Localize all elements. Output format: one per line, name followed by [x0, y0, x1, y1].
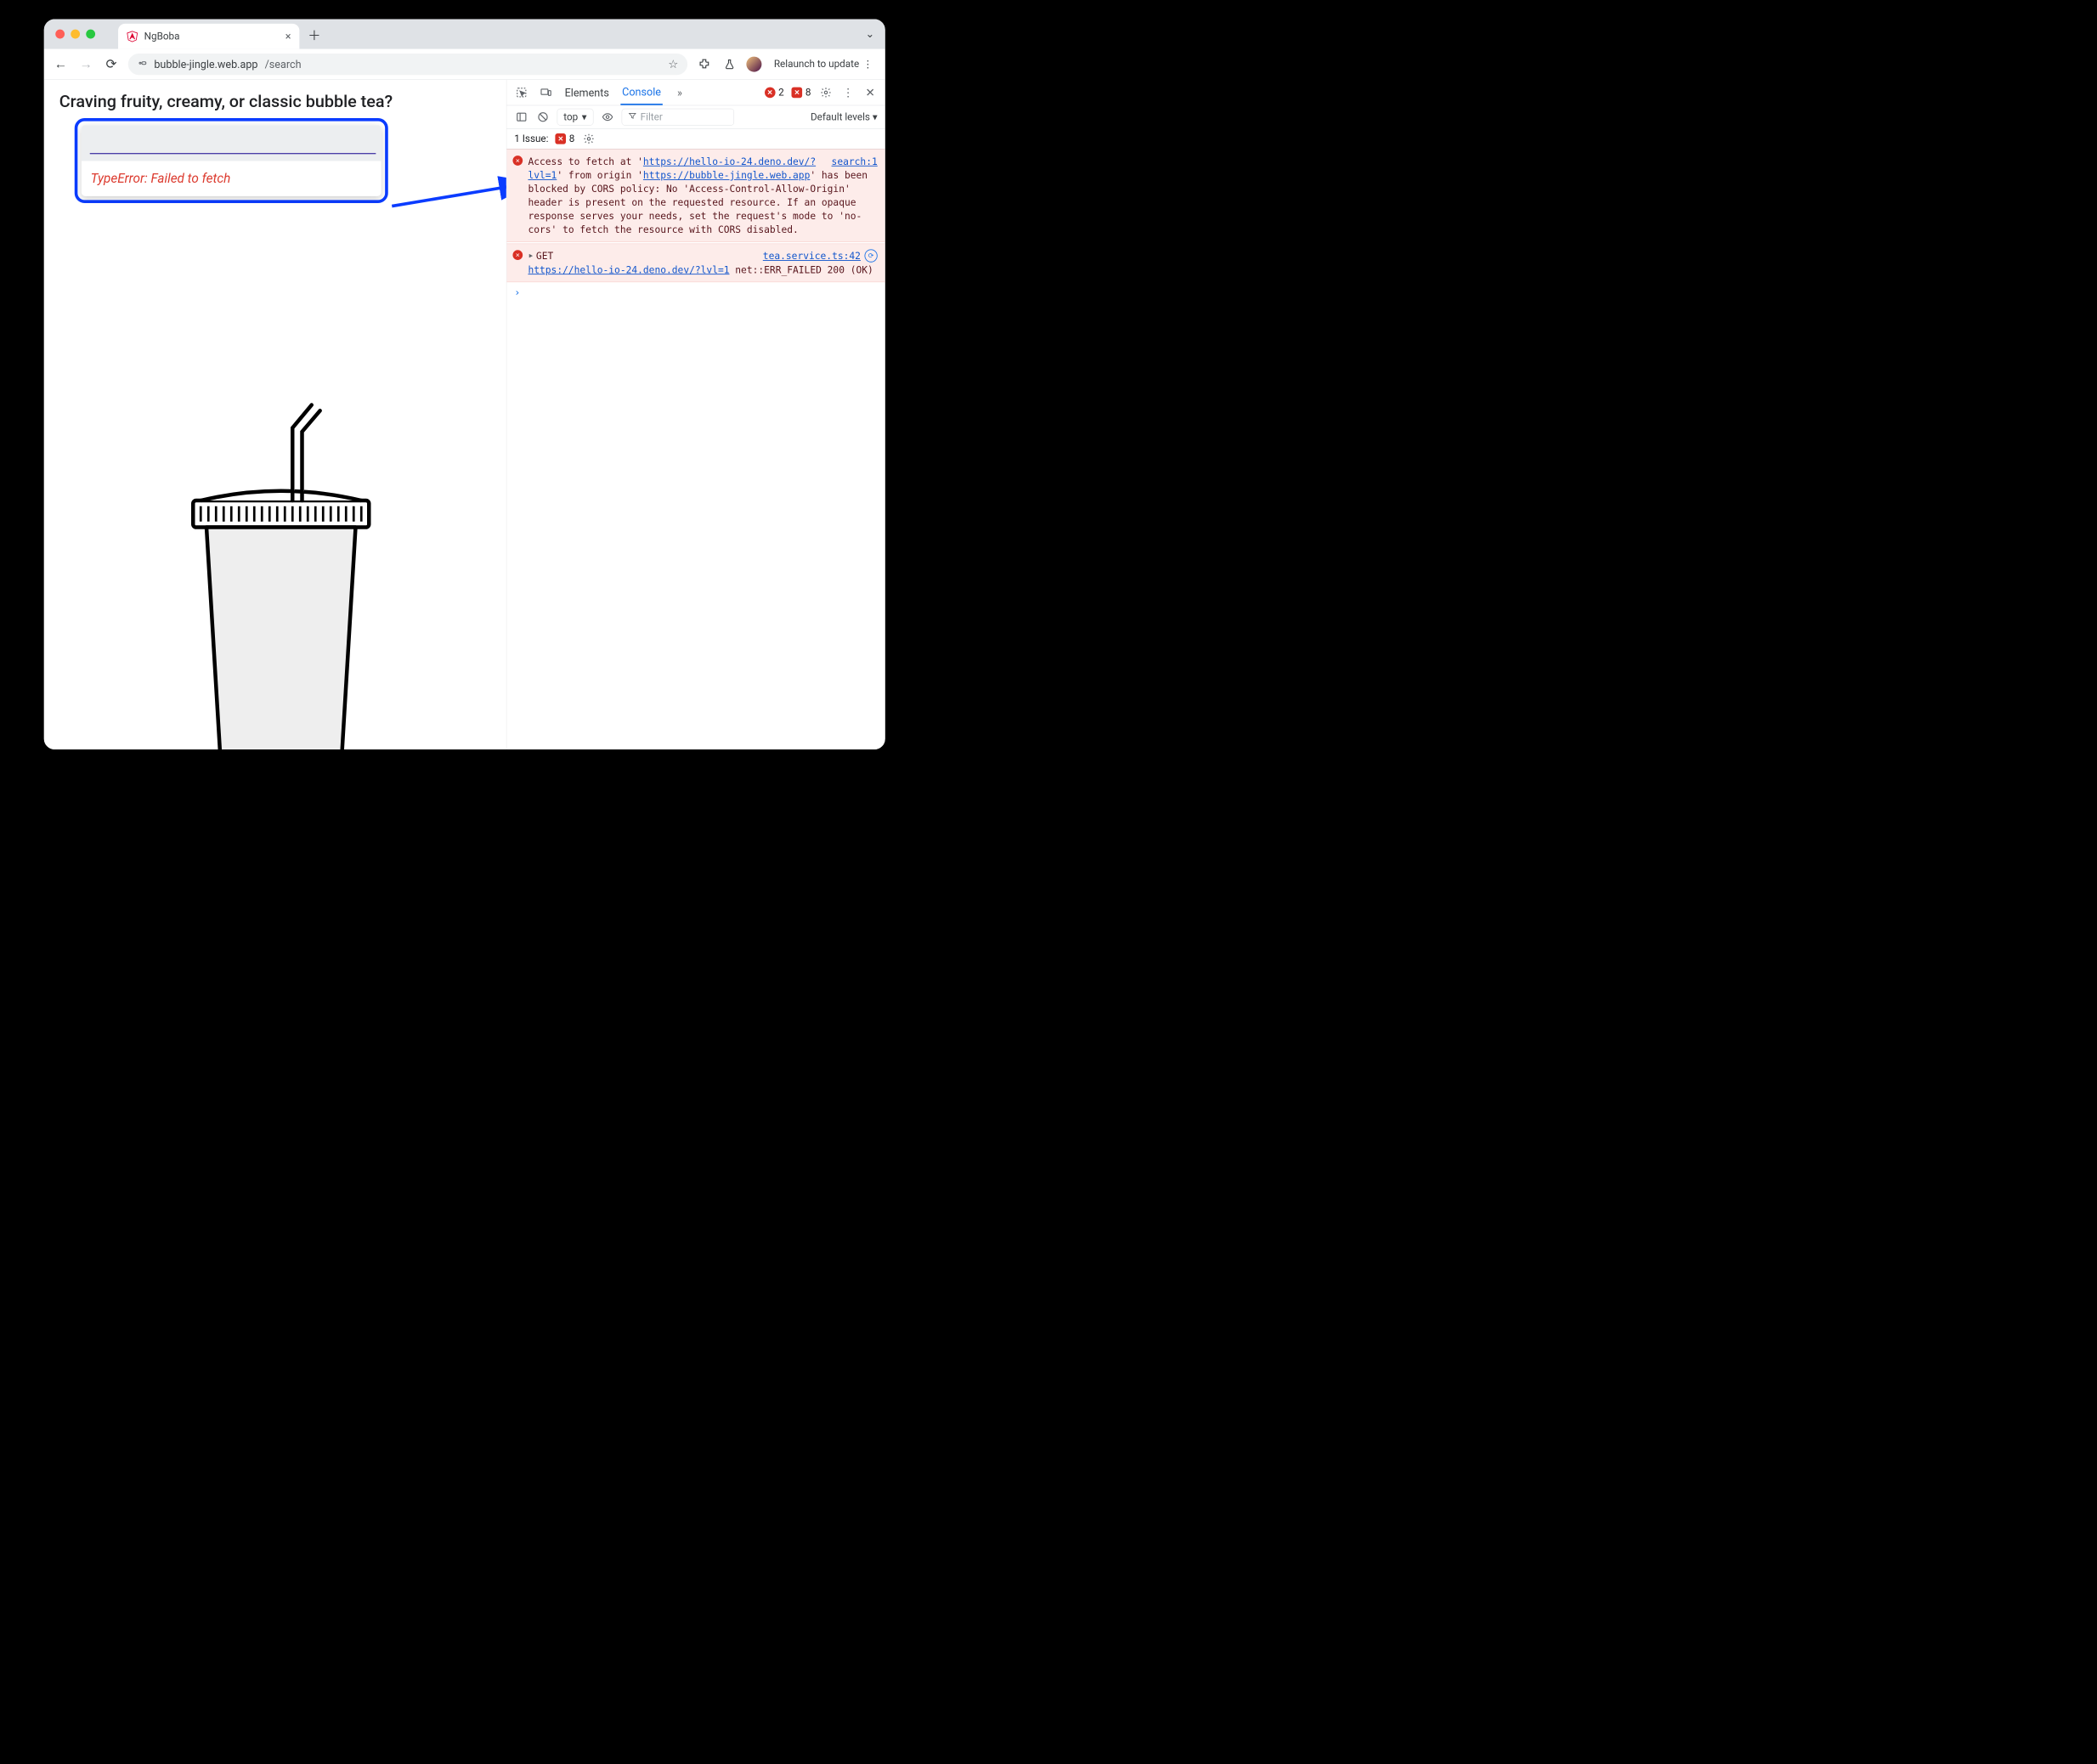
log-levels-selector[interactable]: Default levels ▾ [811, 111, 878, 123]
devtools-settings-icon[interactable] [818, 85, 833, 99]
bookmark-star-icon[interactable]: ☆ [668, 58, 678, 71]
devtools-kebab-icon[interactable]: ⋮ [841, 85, 856, 99]
forward-button[interactable]: → [77, 56, 94, 73]
browser-tab[interactable]: NgBoba × [118, 24, 299, 49]
error-icon: ✕ [512, 155, 523, 166]
annotation-highlight: TypeError: Failed to fetch [75, 118, 388, 203]
extensions-icon[interactable] [696, 56, 713, 73]
console-context-selector[interactable]: top▾ [557, 109, 594, 126]
devtools-tab-elements[interactable]: Elements [563, 81, 611, 104]
window-controls [55, 30, 95, 39]
tab-strip: NgBoba × ＋ ⌄ [44, 20, 885, 49]
tab-title: NgBoba [144, 31, 280, 42]
boba-cup-illustration [170, 401, 392, 749]
new-tab-button[interactable]: ＋ [304, 24, 325, 44]
failed-request-url[interactable]: https://hello-io-24.deno.dev/?lvl=1 [528, 264, 729, 275]
url-host: bubble-jingle.web.app [154, 58, 257, 71]
window-minimize-button[interactable] [71, 30, 80, 39]
console-output: ✕ search:1 Access to fetch at 'https://h… [506, 150, 885, 750]
page-heading: Craving fruity, creamy, or classic bubbl… [59, 92, 491, 111]
kebab-menu-icon[interactable]: ⋮ [863, 59, 873, 71]
chevron-down-icon: ▾ [582, 111, 587, 123]
clear-console-icon[interactable] [535, 110, 550, 124]
angular-icon [127, 31, 138, 42]
back-button[interactable]: ← [53, 56, 70, 73]
console-error-message[interactable]: ✕ search:1 Access to fetch at 'https://h… [506, 150, 885, 242]
inspect-element-icon[interactable] [514, 85, 528, 99]
ai-explain-icon[interactable]: ⟳ [864, 249, 877, 262]
tab-overflow-button[interactable]: ⌄ [866, 27, 875, 40]
search-input[interactable] [90, 132, 376, 154]
message-source-link[interactable]: tea.service.ts:42 [763, 249, 861, 263]
disclosure-triangle-icon[interactable]: ▸ [528, 249, 534, 263]
annotation-arrow [392, 199, 506, 202]
funnel-icon [628, 111, 636, 123]
console-issues-row: 1 Issue: ✕8 [506, 129, 885, 150]
error-icon: ✕ [512, 250, 523, 260]
page-error-message: TypeError: Failed to fetch [82, 161, 382, 195]
issue-count-badge[interactable]: ✕8 [792, 87, 811, 99]
devtools-tabbar: Elements Console » ✕2 ✕8 ⋮ ✕ [506, 80, 885, 105]
browser-window: NgBoba × ＋ ⌄ ← → ⟳ bubble-jingle.web.app… [44, 20, 885, 750]
relaunch-label: Relaunch to update [774, 59, 859, 71]
console-prompt[interactable]: › [506, 282, 885, 302]
browser-toolbar: ← → ⟳ bubble-jingle.web.app/search ☆ Rel… [44, 49, 885, 80]
issues-label: 1 Issue: [514, 133, 548, 145]
profile-avatar[interactable] [746, 57, 761, 72]
web-page: Craving fruity, creamy, or classic bubbl… [44, 80, 506, 749]
relaunch-button[interactable]: Relaunch to update ⋮ [770, 59, 877, 71]
console-filter-input[interactable]: Filter [622, 109, 734, 126]
url-path: /search [265, 58, 302, 71]
issues-row-badge[interactable]: ✕8 [556, 133, 575, 145]
window-zoom-button[interactable] [86, 30, 95, 39]
cors-origin-url[interactable]: https://bubble-jingle.web.app [643, 170, 810, 181]
console-sidebar-toggle-icon[interactable] [514, 110, 528, 124]
issues-settings-icon[interactable] [581, 132, 596, 146]
devtools-tab-console[interactable]: Console [620, 80, 662, 105]
site-info-icon[interactable] [138, 58, 148, 70]
error-count-badge[interactable]: ✕2 [765, 87, 784, 99]
search-card: TypeError: Failed to fetch [82, 125, 382, 196]
tab-close-button[interactable]: × [285, 31, 291, 42]
more-tabs-icon[interactable]: » [672, 85, 687, 99]
live-expression-icon[interactable] [600, 110, 614, 124]
devtools-close-icon[interactable]: ✕ [863, 85, 878, 99]
devtools-panel: Elements Console » ✕2 ✕8 ⋮ ✕ [506, 80, 885, 749]
reload-button[interactable]: ⟳ [103, 56, 120, 73]
labs-icon[interactable] [721, 56, 738, 73]
message-source-link[interactable]: search:1 [832, 155, 878, 168]
address-bar[interactable]: bubble-jingle.web.app/search ☆ [128, 54, 687, 75]
window-close-button[interactable] [55, 30, 65, 39]
console-toolbar: top▾ Filter Default levels ▾ [506, 105, 885, 128]
device-toolbar-icon[interactable] [539, 85, 553, 99]
console-error-message[interactable]: ✕ ⟳ tea.service.ts:42 ▸GET https://hello… [506, 244, 885, 282]
